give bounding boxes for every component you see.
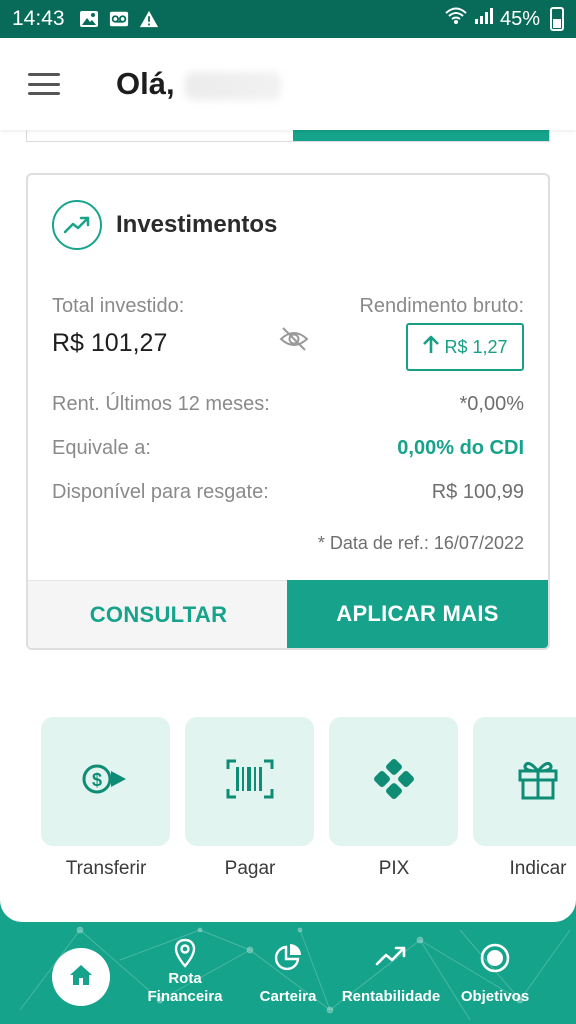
- hide-values-eye-icon[interactable]: [278, 323, 310, 355]
- total-invested-value: R$ 101,27: [52, 329, 168, 357]
- status-bar: 14:43 45%: [0, 0, 576, 38]
- consult-button[interactable]: CONSULTAR: [28, 580, 289, 648]
- shortcut-label: Pagar: [224, 858, 276, 879]
- wifi-icon: [444, 6, 468, 32]
- home-icon: [68, 963, 94, 992]
- menu-icon[interactable]: [28, 73, 60, 95]
- nav-label: Rentabilidade: [341, 988, 441, 1005]
- nav-label: Carteira: [259, 988, 317, 1005]
- row-label: Rent. Últimos 12 meses:: [52, 393, 270, 415]
- total-invested-label: Total investido:: [52, 295, 185, 317]
- status-time: 14:43: [12, 7, 65, 30]
- shortcut-indicate[interactable]: [473, 717, 576, 846]
- transfer-icon: $: [81, 759, 131, 804]
- trend-up-icon: [336, 942, 446, 972]
- nav-rota-financeira[interactable]: Rota Financeira: [140, 938, 230, 1006]
- battery-icon: [550, 7, 564, 31]
- apply-more-button[interactable]: APLICAR MAIS: [287, 580, 548, 648]
- nav-label-line2: Financeira: [147, 988, 223, 1005]
- shortcut-label: Indicar: [509, 858, 567, 879]
- warning-icon: [139, 9, 159, 29]
- greeting: Olá,: [116, 66, 281, 102]
- pix-icon: [370, 755, 418, 808]
- nav-rentabilidade[interactable]: Rentabilidade: [336, 942, 446, 1005]
- location-pin-icon: [140, 938, 230, 968]
- gift-icon: [514, 755, 562, 808]
- reference-date: * Data de ref.: 16/07/2022: [317, 533, 524, 553]
- shortcut-pay[interactable]: [185, 717, 314, 846]
- image-notification-icon: [79, 9, 99, 29]
- row-label: Disponível para resgate:: [52, 481, 269, 503]
- nav-carteira[interactable]: Carteira: [250, 942, 326, 1005]
- nav-objetivos[interactable]: Objetivos: [456, 942, 534, 1005]
- row-value: R$ 100,99: [431, 481, 524, 503]
- trend-up-icon: [52, 200, 102, 250]
- nav-label: Objetivos: [460, 988, 530, 1005]
- investments-title: Investimentos: [116, 211, 278, 238]
- content-bottom-edge: [0, 890, 576, 922]
- greeting-text: Olá,: [116, 66, 175, 101]
- battery-percent: 45%: [499, 7, 540, 30]
- status-right: 45%: [444, 6, 564, 32]
- shortcut-label: PIX: [378, 858, 410, 879]
- gross-yield-badge: R$ 1,27: [406, 323, 524, 371]
- svg-text:$: $: [91, 770, 101, 790]
- arrow-up-icon: [422, 335, 440, 360]
- shortcut-transfer[interactable]: $: [41, 717, 170, 846]
- signal-icon: [474, 7, 494, 31]
- gross-yield-value: R$ 1,27: [444, 336, 508, 357]
- pie-chart-icon: [250, 942, 326, 972]
- investments-card: Investimentos Total investido: R$ 101,27…: [26, 173, 550, 650]
- cdi-value: 0,00% do CDI: [397, 437, 524, 459]
- row-value: *0,00%: [459, 393, 525, 415]
- gross-yield-label: Rendimento bruto:: [359, 295, 524, 317]
- barcode-icon: [226, 759, 274, 804]
- target-icon: [456, 942, 534, 974]
- blurred-user-name: [184, 71, 281, 100]
- row-label: Equivale a:: [52, 437, 151, 459]
- shortcut-label: Transferir: [65, 858, 147, 879]
- nav-home-button[interactable]: [52, 948, 110, 1006]
- app-header: Olá,: [0, 38, 576, 130]
- nav-label-line1: Rota: [168, 970, 202, 987]
- voicemail-notification-icon: [109, 9, 129, 29]
- shortcut-pix[interactable]: [329, 717, 458, 846]
